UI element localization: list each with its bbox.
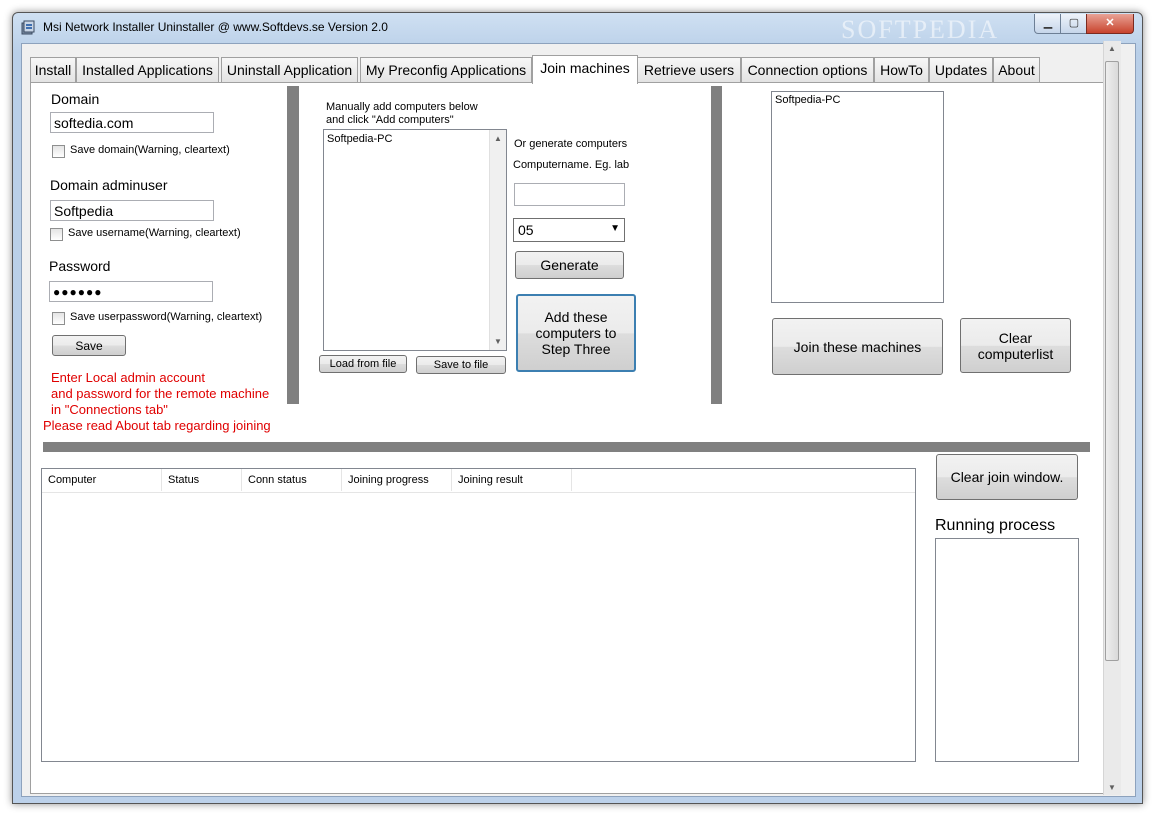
manual-list-scrollbar[interactable]: ▲ ▼ <box>489 130 506 350</box>
scroll-up-icon[interactable]: ▲ <box>490 134 506 143</box>
tab-retrieve-users[interactable]: Retrieve users <box>637 57 741 82</box>
window-scroll-down-icon[interactable]: ▼ <box>1104 783 1120 792</box>
adminuser-label: Domain adminuser <box>50 177 168 193</box>
manual-instruction-line-1: Manually add computers below <box>326 101 478 113</box>
tab-connection-options[interactable]: Connection options <box>741 57 874 82</box>
password-input[interactable]: ●●●●●● <box>49 281 213 302</box>
horizontal-divider <box>43 442 1090 452</box>
domain-input[interactable]: softedia.com <box>50 112 214 133</box>
manual-computer-item: Softpedia-PC <box>327 133 393 145</box>
manual-instruction-line-2: and click "Add computers" <box>326 114 454 126</box>
tab-about[interactable]: About <box>993 57 1040 82</box>
tab-howto[interactable]: HowTo <box>874 57 929 82</box>
save-username-checkbox[interactable] <box>50 228 63 241</box>
computer-count-select[interactable]: 05 ▼ <box>513 218 625 242</box>
clear-button-line-1: Clear <box>998 329 1033 346</box>
save-username-label: Save username(Warning, cleartext) <box>68 227 241 239</box>
softpedia-watermark: SOFTPEDIA <box>841 15 1000 44</box>
maximize-button[interactable]: ▢ <box>1060 14 1088 34</box>
section-divider-left <box>287 86 299 404</box>
target-computers-list[interactable]: Softpedia-PC <box>771 91 944 303</box>
computer-count-value: 05 <box>518 222 534 238</box>
close-button[interactable]: ✕ <box>1086 14 1134 34</box>
note-line-3: in "Connections tab" <box>51 402 168 417</box>
client-area: Install Installed Applications Uninstall… <box>21 43 1136 797</box>
load-from-file-button[interactable]: Load from file <box>319 355 407 373</box>
computername-input[interactable] <box>514 183 625 206</box>
add-button-line-2: computers to <box>535 325 617 341</box>
column-computer[interactable]: Computer <box>42 469 162 491</box>
adminuser-input[interactable]: Softpedia <box>50 200 214 221</box>
save-credentials-button[interactable]: Save <box>52 335 126 356</box>
save-to-file-button[interactable]: Save to file <box>416 356 506 374</box>
note-line-2: and password for the remote machine <box>51 386 270 401</box>
tab-install[interactable]: Install <box>30 57 76 82</box>
column-status[interactable]: Status <box>162 469 242 491</box>
target-computer-item[interactable]: Softpedia-PC <box>775 94 840 106</box>
add-button-line-3: Step Three <box>541 341 611 357</box>
grid-header: Computer Status Conn status Joining prog… <box>42 469 915 493</box>
generate-label-1: Or generate computers <box>514 138 628 150</box>
column-joining-result[interactable]: Joining result <box>452 469 572 491</box>
note-line-1: Enter Local admin account <box>51 370 205 385</box>
password-label: Password <box>49 258 111 274</box>
clear-button-line-2: computerlist <box>977 345 1054 362</box>
tab-installed-applications[interactable]: Installed Applications <box>76 57 219 82</box>
save-domain-label: Save domain(Warning, cleartext) <box>70 144 230 156</box>
installer-app-icon <box>21 20 35 35</box>
dropdown-arrow-icon: ▼ <box>610 223 620 234</box>
join-machines-page: Domain softedia.com Save domain(Warning,… <box>30 82 1111 794</box>
clear-computerlist-button[interactable]: Clear computerlist <box>960 318 1071 373</box>
scroll-down-icon[interactable]: ▼ <box>490 337 506 346</box>
save-domain-checkbox[interactable] <box>52 145 65 158</box>
add-button-line-1: Add these <box>544 309 608 325</box>
column-joining-progress[interactable]: Joining progress <box>342 469 452 491</box>
save-password-checkbox[interactable] <box>52 312 65 325</box>
window-scroll-up-icon[interactable]: ▲ <box>1104 44 1120 53</box>
minimize-button[interactable]: ▁ <box>1034 14 1062 34</box>
save-password-label: Save userpassword(Warning, cleartext) <box>70 311 263 323</box>
running-process-list[interactable] <box>935 538 1079 762</box>
tab-uninstall-application[interactable]: Uninstall Application <box>221 57 358 82</box>
tab-updates[interactable]: Updates <box>929 57 993 82</box>
note-line-4: Please read About tab regarding joining <box>43 418 271 433</box>
app-window: Msi Network Installer Uninstaller @ www.… <box>12 12 1143 804</box>
join-machines-button[interactable]: Join these machines <box>772 318 943 375</box>
generate-button[interactable]: Generate <box>515 251 624 279</box>
running-process-label: Running process <box>935 517 1056 534</box>
tab-join-machines[interactable]: Join machines <box>532 55 638 84</box>
domain-label: Domain <box>51 91 100 107</box>
add-to-step-three-button[interactable]: Add these computers to Step Three <box>516 294 636 372</box>
tab-my-preconfig-applications[interactable]: My Preconfig Applications <box>360 57 532 82</box>
window-title: Msi Network Installer Uninstaller @ www.… <box>43 20 388 34</box>
clear-join-window-button[interactable]: Clear join window. <box>936 454 1078 500</box>
title-bar[interactable]: Msi Network Installer Uninstaller @ www.… <box>13 13 1142 44</box>
manual-computers-textbox[interactable]: Softpedia-PC ▲ ▼ <box>323 129 507 351</box>
window-scroll-thumb[interactable] <box>1105 61 1119 661</box>
column-conn-status[interactable]: Conn status <box>242 469 342 491</box>
window-scrollbar[interactable]: ▲ ▼ <box>1103 41 1121 795</box>
generate-label-2: Computername. Eg. lab <box>513 159 630 171</box>
join-results-grid[interactable]: Computer Status Conn status Joining prog… <box>41 468 916 762</box>
section-divider-right <box>711 86 722 404</box>
